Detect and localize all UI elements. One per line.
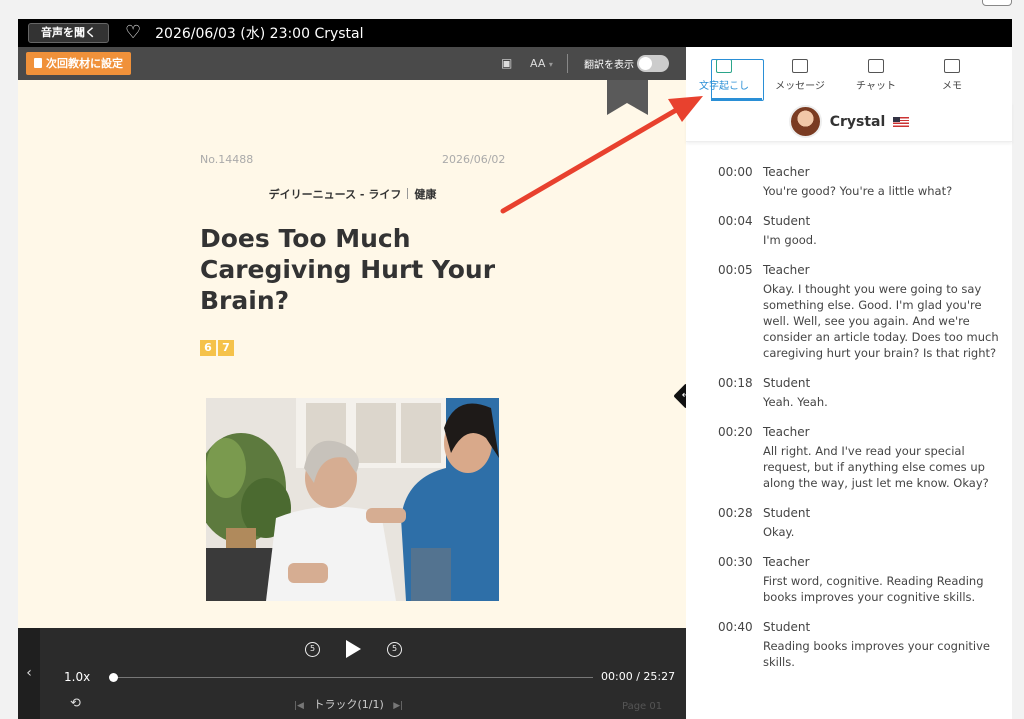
list-item: 00:28 Student Okay. <box>718 505 1008 540</box>
toolbar-divider <box>567 54 568 73</box>
list-item: 00:00 Teacher You're good? You're a little… <box>718 164 1008 199</box>
list-item: 00:20 Teacher All right. And I've read you… <box>718 424 1008 491</box>
transcript-icon <box>716 59 732 73</box>
skip-back-label: 5 <box>309 644 316 653</box>
top-bar: 音声を聞く ♡ 2026/06/03 (水) 23:00 Crystal <box>18 19 1012 47</box>
progress-track[interactable] <box>112 677 593 678</box>
utterance: Yeah. Yeah. <box>763 395 828 409</box>
next-track-icon[interactable]: ▶| <box>393 701 403 711</box>
list-item: 00:18 Student Yeah. Yeah. <box>718 375 1008 410</box>
chat-icon <box>868 59 884 73</box>
article-number: No.14488 <box>200 153 254 166</box>
transcript-list: 00:00 Teacher You're good? You're a little… <box>718 164 1008 684</box>
timestamp[interactable]: 00:28 <box>718 505 763 540</box>
speaker: Teacher <box>763 165 810 179</box>
speaker: Teacher <box>763 425 810 439</box>
side-panel-tabs: 文字起こし メッセージ チャット メモ <box>686 47 1012 102</box>
utterance: You're good? You're a little what? <box>763 184 953 198</box>
previous-track-icon[interactable]: |◀ <box>294 701 304 711</box>
tab-label: メモ <box>942 81 962 92</box>
article-category: デイリーニュース - ライフ 健康 <box>200 186 505 202</box>
app-window: 音声を聞く ♡ 2026/06/03 (水) 23:00 Crystal 次回教… <box>0 0 1024 719</box>
listen-audio-button[interactable]: 音声を聞く <box>28 23 109 43</box>
speaker: Teacher <box>763 555 810 569</box>
tab-label: メッセージ <box>775 81 825 92</box>
tab-chat[interactable]: チャット <box>838 47 914 102</box>
utterance: First word, cognitive. Reading Reading b… <box>763 574 984 604</box>
timestamp[interactable]: 00:30 <box>718 554 763 605</box>
memo-icon <box>944 59 960 73</box>
track-navigation: |◀ トラック(1/1) ▶| <box>294 696 403 712</box>
utterance: I'm good. <box>763 233 817 247</box>
utterance: Reading books improves your cognitive sk… <box>763 639 990 669</box>
track-label: トラック(1/1) <box>313 698 384 711</box>
font-size-label: AA <box>530 57 546 70</box>
article-pane: 次回教材に設定 ▣ AA ▾ 翻訳を表示 No.14488 2026/06/02… <box>18 47 686 719</box>
article-title: Does Too Much Caregiving Hurt Your Brain… <box>200 224 496 315</box>
tab-message[interactable]: メッセージ <box>762 47 838 102</box>
skip-back-5-button[interactable]: 5 <box>305 642 320 657</box>
article-photo <box>206 398 499 601</box>
translate-toggle[interactable] <box>637 55 669 72</box>
skip-forward-5-button[interactable]: 5 <box>387 642 402 657</box>
speaker: Student <box>763 376 811 390</box>
set-next-material-label: 次回教材に設定 <box>46 57 123 70</box>
tab-label: 文字起こし <box>699 81 749 92</box>
category-separator <box>407 188 409 199</box>
category-label: デイリーニュース - ライフ <box>268 188 402 201</box>
window-corner-button[interactable] <box>982 0 1012 6</box>
font-size-button[interactable]: AA ▾ <box>530 57 553 70</box>
avatar[interactable] <box>788 105 822 138</box>
timestamp[interactable]: 00:04 <box>718 213 763 248</box>
chevron-down-icon: ▾ <box>548 60 553 69</box>
utterance: All right. And I've read your special re… <box>763 444 989 490</box>
bookmark-icon[interactable] <box>607 80 648 115</box>
skip-forward-label: 5 <box>391 644 398 653</box>
book-icon <box>34 58 42 68</box>
playback-speed[interactable]: 1.0x <box>64 670 90 684</box>
timestamp[interactable]: 00:40 <box>718 619 763 670</box>
speaker: Student <box>763 506 811 520</box>
session-title: 2026/06/03 (水) 23:00 Crystal <box>155 26 364 42</box>
heart-icon[interactable]: ♡ <box>125 23 141 43</box>
timestamp[interactable]: 00:20 <box>718 424 763 491</box>
side-panel: 文字起こし メッセージ チャット メモ Crystal 00:00 Teacher… <box>686 47 1012 719</box>
teacher-name: Crystal <box>829 113 886 130</box>
tab-transcript[interactable]: 文字起こし <box>686 47 764 102</box>
list-item: 00:40 Student Reading books improves your … <box>718 619 1008 670</box>
translate-label: 翻訳を表示 <box>584 60 634 71</box>
speaker: Student <box>763 214 811 228</box>
speaker: Student <box>763 620 811 634</box>
repeat-icon[interactable]: ⟲ <box>70 696 81 711</box>
tab-memo[interactable]: メモ <box>914 47 990 102</box>
utterance: Okay. I thought you were going to say so… <box>763 282 999 360</box>
timestamp[interactable]: 00:00 <box>718 164 763 199</box>
speaker: Teacher <box>763 263 810 277</box>
article-date: 2026/06/02 <box>442 153 506 166</box>
collapse-arrow-icon[interactable]: ‹ <box>18 628 40 719</box>
caregiver-photo-illustration <box>206 398 499 601</box>
us-flag-icon <box>893 116 910 127</box>
page-number: Page 01 <box>622 701 663 712</box>
subcategory-label: 健康 <box>414 188 437 201</box>
audio-player: ‹ 5 5 1.0x 00:00 / 25:27 ⟲ |◀ トラック(1/1) … <box>18 628 686 719</box>
message-icon <box>792 59 808 73</box>
list-item: 00:30 Teacher First word, cognitive. Readi… <box>718 554 1008 605</box>
level-badges: 6 7 <box>200 340 234 356</box>
play-button[interactable] <box>346 640 361 658</box>
playback-time: 00:00 / 25:27 <box>601 670 676 683</box>
timestamp[interactable]: 00:18 <box>718 375 763 410</box>
list-item: 00:04 Student I'm good. <box>718 213 1008 248</box>
timestamp[interactable]: 00:05 <box>718 262 763 361</box>
level-badge: 6 <box>200 340 216 356</box>
teacher-header: Crystal <box>686 102 1012 142</box>
list-item: 00:05 Teacher Okay. I thought you were goi… <box>718 262 1008 361</box>
article-toolbar: 次回教材に設定 ▣ AA ▾ 翻訳を表示 <box>18 47 686 80</box>
tab-label: チャット <box>856 81 896 92</box>
progress-knob[interactable] <box>109 673 118 682</box>
print-icon[interactable]: ▣ <box>501 56 512 70</box>
level-badge: 7 <box>218 340 234 356</box>
set-next-material-button[interactable]: 次回教材に設定 <box>26 52 131 75</box>
utterance: Okay. <box>763 525 795 539</box>
